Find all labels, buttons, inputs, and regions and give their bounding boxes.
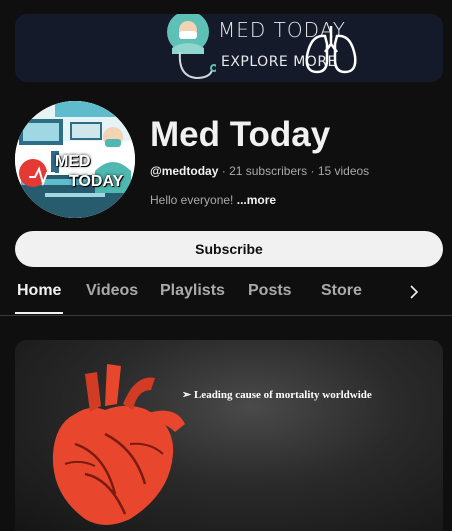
active-tab-indicator <box>15 312 63 314</box>
channel-banner[interactable]: MED TODAY EXPLORE MORE <box>15 14 443 82</box>
channel-handle: @medtoday <box>150 164 219 178</box>
doctor-stethoscope-icon <box>167 14 216 80</box>
avatar-text-today: TODAY <box>69 173 124 190</box>
chevron-right-icon[interactable] <box>404 282 424 302</box>
subscriber-count: 21 subscribers <box>229 164 308 178</box>
meta-separator: · <box>310 164 315 178</box>
subscribe-button[interactable]: Subscribe <box>15 231 443 267</box>
channel-meta: @medtoday · 21 subscribers · 15 videos <box>150 164 369 178</box>
channel-avatar[interactable]: MED TODAY <box>15 101 135 218</box>
tab-videos[interactable]: Videos <box>86 282 138 300</box>
channel-description[interactable]: Hello everyone! ...more <box>150 193 276 207</box>
more-link[interactable]: ...more <box>237 193 276 207</box>
heart-illustration <box>52 364 185 525</box>
tab-posts[interactable]: Posts <box>248 282 292 300</box>
channel-tabs: Home Videos Playlists Posts Store <box>0 270 452 316</box>
avatar-text-med: MED <box>55 153 91 170</box>
meta-separator: · <box>221 164 226 178</box>
description-text: Hello everyone! <box>150 193 234 207</box>
video-count: 15 videos <box>317 164 370 178</box>
channel-name: Med Today <box>150 115 331 154</box>
featured-video-thumbnail[interactable]: ➢ Leading cause of mortality worldwide <box>15 340 443 531</box>
caption-text: Leading cause of mortality worldwide <box>193 389 372 401</box>
bullet-arrow-icon: ➢ <box>182 389 194 401</box>
video-caption: ➢ Leading cause of mortality worldwide <box>182 388 372 401</box>
tab-store[interactable]: Store <box>321 282 362 300</box>
tab-playlists[interactable]: Playlists <box>160 282 225 300</box>
lungs-icon <box>305 26 357 74</box>
tab-home[interactable]: Home <box>17 282 61 300</box>
